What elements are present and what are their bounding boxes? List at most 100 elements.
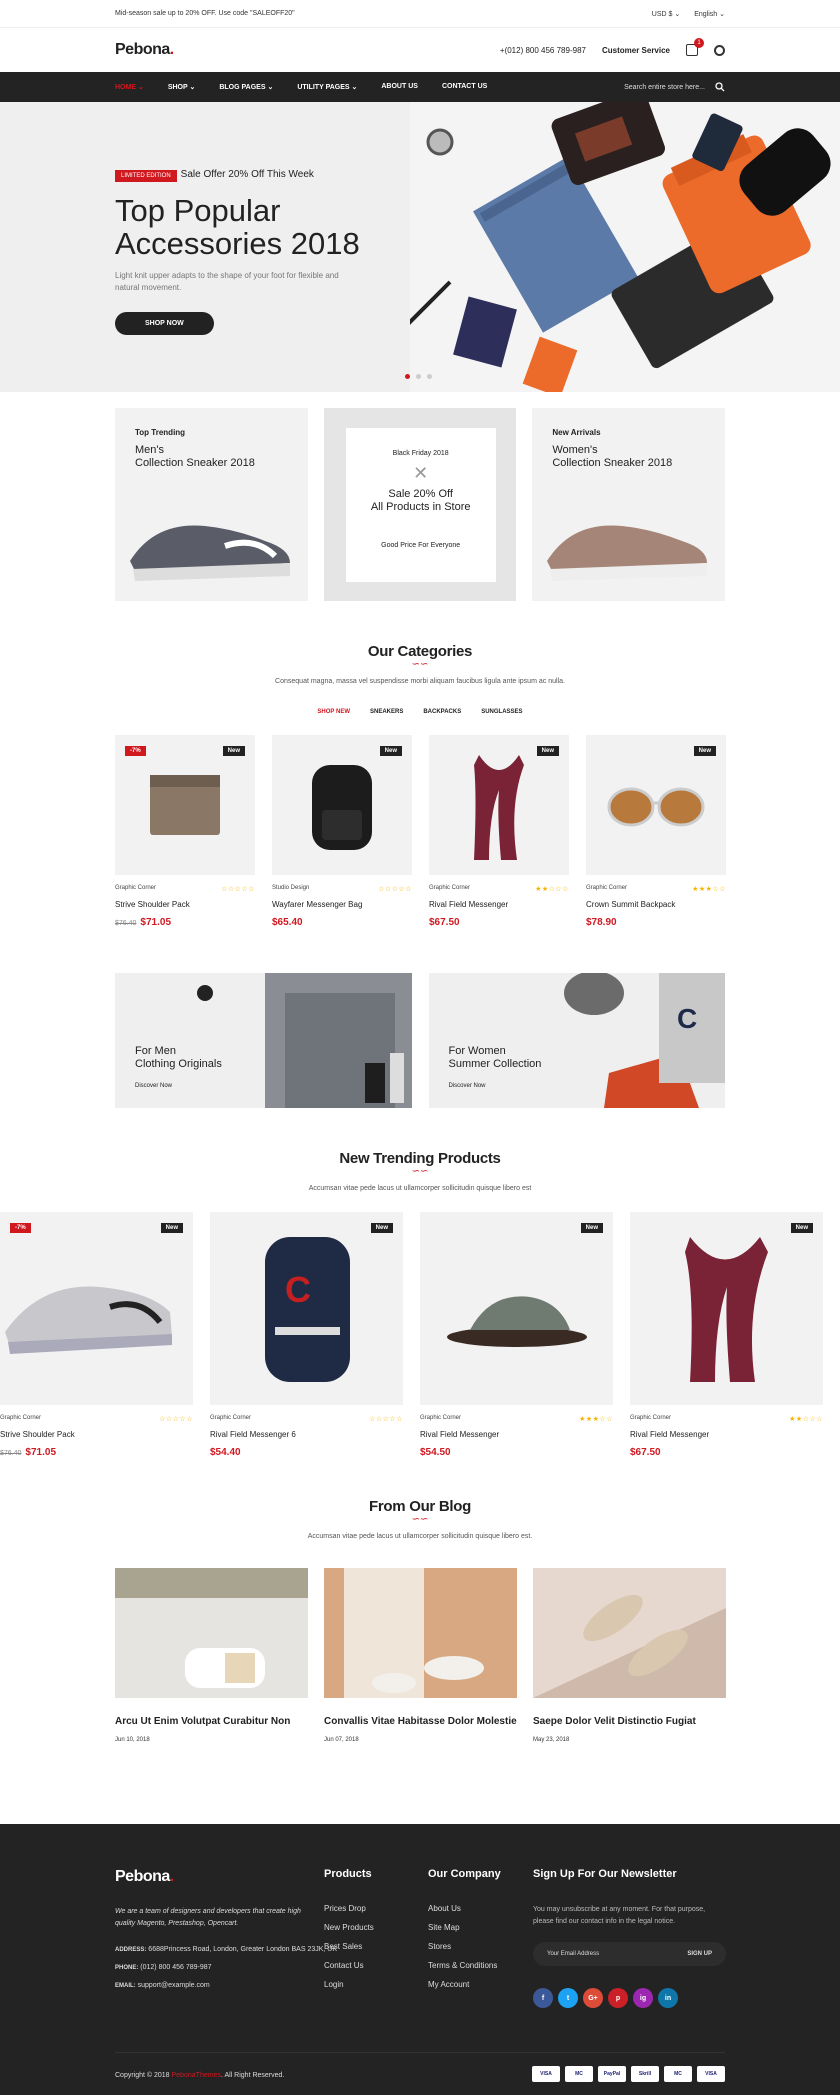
product-price: $67.50 (630, 1447, 823, 1458)
product-name[interactable]: Rival Field Messenger (630, 1430, 823, 1439)
email-value[interactable]: support@example.com (138, 1982, 210, 1989)
currency-select[interactable]: USD $ ⌄ (652, 10, 680, 18)
product-image[interactable]: New (429, 735, 569, 875)
footer-link[interactable]: Contact Us (324, 1961, 374, 1970)
product-image[interactable]: -7% New (115, 735, 255, 875)
product-card[interactable]: New Graphic Corner ★★☆☆☆ Rival Field Mess… (429, 735, 569, 928)
discover-now-link[interactable]: Discover Now (449, 1083, 486, 1089)
search-input[interactable]: Search entire store here... (624, 84, 705, 91)
slider-dot[interactable] (427, 374, 432, 379)
footer-link[interactable]: Login (324, 1980, 374, 1989)
product-price: $54.50 (420, 1447, 613, 1458)
google-plus-icon[interactable]: G+ (583, 1988, 603, 2008)
footer-link[interactable]: My Account (428, 1980, 501, 1989)
shop-now-button[interactable]: SHOP NOW (115, 312, 214, 335)
nav-item-contact-us[interactable]: CONTACT US (442, 83, 487, 91)
pinterest-icon[interactable]: p (608, 1988, 628, 2008)
blog-image[interactable] (324, 1568, 517, 1698)
logo[interactable]: Pebona. (115, 41, 174, 59)
product-image[interactable]: New C (210, 1212, 403, 1405)
product-name[interactable]: Crown Summit Backpack (586, 900, 726, 909)
linkedin-icon[interactable]: in (658, 1988, 678, 2008)
tab-sneakers[interactable]: SNEAKERS (370, 709, 403, 715)
promo-mens-sneaker[interactable]: Top Trending Men's Collection Sneaker 201… (115, 408, 308, 601)
promo-black-friday[interactable]: Black Friday 2018 ✕ Sale 20% Off All Prod… (323, 408, 517, 601)
current-price: $71.05 (140, 917, 172, 928)
gear-icon[interactable] (714, 44, 725, 56)
current-price: $67.50 (429, 917, 460, 928)
tab-shop-new[interactable]: SHOP NEW (317, 709, 350, 715)
nav-item-about-us[interactable]: ABOUT US (381, 83, 418, 91)
blog-post[interactable]: Saepe Dolor Velit Distinctio Fugiat May … (533, 1568, 726, 1743)
footer-link[interactable]: About Us (428, 1904, 501, 1913)
product-name[interactable]: Strive Shoulder Pack (115, 900, 255, 909)
wave-divider: ∽∽ (411, 1514, 429, 1525)
language-select[interactable]: English ⌄ (694, 10, 725, 18)
footer-logo[interactable]: Pebona. (115, 1868, 337, 1886)
blog-post[interactable]: Convallis Vitae Habitasse Dolor Molestie… (324, 1568, 517, 1743)
footer-link[interactable]: Best Sales (324, 1942, 374, 1951)
svg-text:C: C (285, 1269, 311, 1310)
tab-backpacks[interactable]: BACKPACKS (423, 709, 461, 715)
promo-row: Top Trending Men's Collection Sneaker 201… (0, 408, 840, 601)
footer-link[interactable]: Terms & Conditions (428, 1961, 501, 1970)
product-card[interactable]: New Studio Design ☆☆☆☆☆ Wayfarer Messenge… (272, 735, 412, 928)
product-image[interactable]: New (630, 1212, 823, 1405)
slider-dots[interactable] (405, 374, 432, 379)
sneaker-image (130, 525, 290, 581)
nav-item-utility-pages[interactable]: UTILITY PAGES ⌄ (297, 83, 357, 91)
blog-title[interactable]: Convallis Vitae Habitasse Dolor Molestie (324, 1716, 517, 1727)
product-name[interactable]: Wayfarer Messenger Bag (272, 900, 412, 909)
product-name[interactable]: Rival Field Messenger 6 (210, 1430, 403, 1439)
tab-sunglasses[interactable]: SUNGLASSES (481, 709, 522, 715)
slider-dot[interactable] (405, 374, 410, 379)
footer-link[interactable]: Prices Drop (324, 1904, 374, 1913)
blog-image[interactable] (533, 1568, 726, 1698)
slider-dot[interactable] (416, 374, 421, 379)
promo-womens-sneaker[interactable]: New Arrivals Women's Collection Sneaker 2… (532, 408, 726, 601)
footer-link[interactable]: Stores (428, 1942, 501, 1951)
product-name[interactable]: Rival Field Messenger (429, 900, 569, 909)
banner-women[interactable]: C For Women Summer Collection Discover No… (428, 973, 725, 1108)
sign-up-button[interactable]: SIGN UP (687, 1951, 712, 1957)
nav-item-blog-pages[interactable]: BLOG PAGES ⌄ (219, 83, 273, 91)
blog-image[interactable] (115, 1568, 308, 1698)
cart-icon[interactable]: 1 (686, 38, 704, 56)
nav-item-shop[interactable]: SHOP ⌄ (168, 83, 196, 91)
footer-link[interactable]: New Products (324, 1923, 374, 1932)
paypal-icon: PayPal (598, 2066, 626, 2082)
search-icon[interactable] (715, 82, 725, 92)
twitter-icon[interactable]: t (558, 1988, 578, 2008)
product-image[interactable]: -7% New (0, 1212, 193, 1405)
footer-link[interactable]: Site Map (428, 1923, 501, 1932)
old-price: $76.40 (0, 1450, 22, 1457)
product-image[interactable]: New (586, 735, 726, 875)
copyright-brand-link[interactable]: PebonaThemes (172, 2072, 221, 2079)
blog-title[interactable]: Arcu Ut Enim Volutpat Curabitur Non (115, 1716, 308, 1727)
product-card[interactable]: New C Graphic Corner ☆☆☆☆☆ Rival Field Me… (210, 1212, 403, 1458)
newsletter-email-input[interactable]: Your Email Address (547, 1951, 599, 1957)
product-image[interactable]: New (272, 735, 412, 875)
header: Pebona. +(012) 800 456 789-987 Customer … (0, 28, 840, 72)
discover-now-link[interactable]: Discover Now (135, 1083, 172, 1089)
product-card[interactable]: -7% New Graphic Corner ☆☆☆☆☆ Strive Shoul… (0, 1212, 193, 1458)
facebook-icon[interactable]: f (533, 1988, 553, 2008)
banner-men[interactable]: For Men Clothing Originals Discover Now (115, 973, 412, 1108)
currency-label: USD $ (651, 10, 673, 18)
instagram-icon[interactable]: ig (633, 1988, 653, 2008)
new-badge: New (580, 1223, 603, 1233)
product-brand: Graphic Corner (115, 885, 157, 891)
product-name[interactable]: Rival Field Messenger (420, 1430, 613, 1439)
product-card[interactable]: -7% New Graphic Corner ☆☆☆☆☆ Strive Shoul… (115, 735, 255, 928)
product-card[interactable]: New Graphic Corner ★★★☆☆ Rival Field Mess… (420, 1212, 613, 1458)
product-name[interactable]: Strive Shoulder Pack (0, 1430, 193, 1439)
newsletter-desc: You may unsubscribe at any moment. For t… (533, 1906, 706, 1925)
nav-item-home[interactable]: HOME ⌄ (115, 83, 144, 91)
copyright: Copyright © 2018 PebonaThemes. All Right… (115, 2072, 285, 2079)
blog-title[interactable]: Saepe Dolor Velit Distinctio Fugiat (533, 1716, 726, 1727)
customer-service-link[interactable]: Customer Service (602, 46, 670, 55)
product-card[interactable]: New Graphic Corner ★★☆☆☆ Rival Field Mess… (630, 1212, 823, 1458)
product-card[interactable]: New Graphic Corner ★★★☆☆ Crown Summit Bac… (586, 735, 726, 928)
product-image[interactable]: New (420, 1212, 613, 1405)
blog-post[interactable]: Arcu Ut Enim Volutpat Curabitur Non Jun … (115, 1568, 308, 1743)
